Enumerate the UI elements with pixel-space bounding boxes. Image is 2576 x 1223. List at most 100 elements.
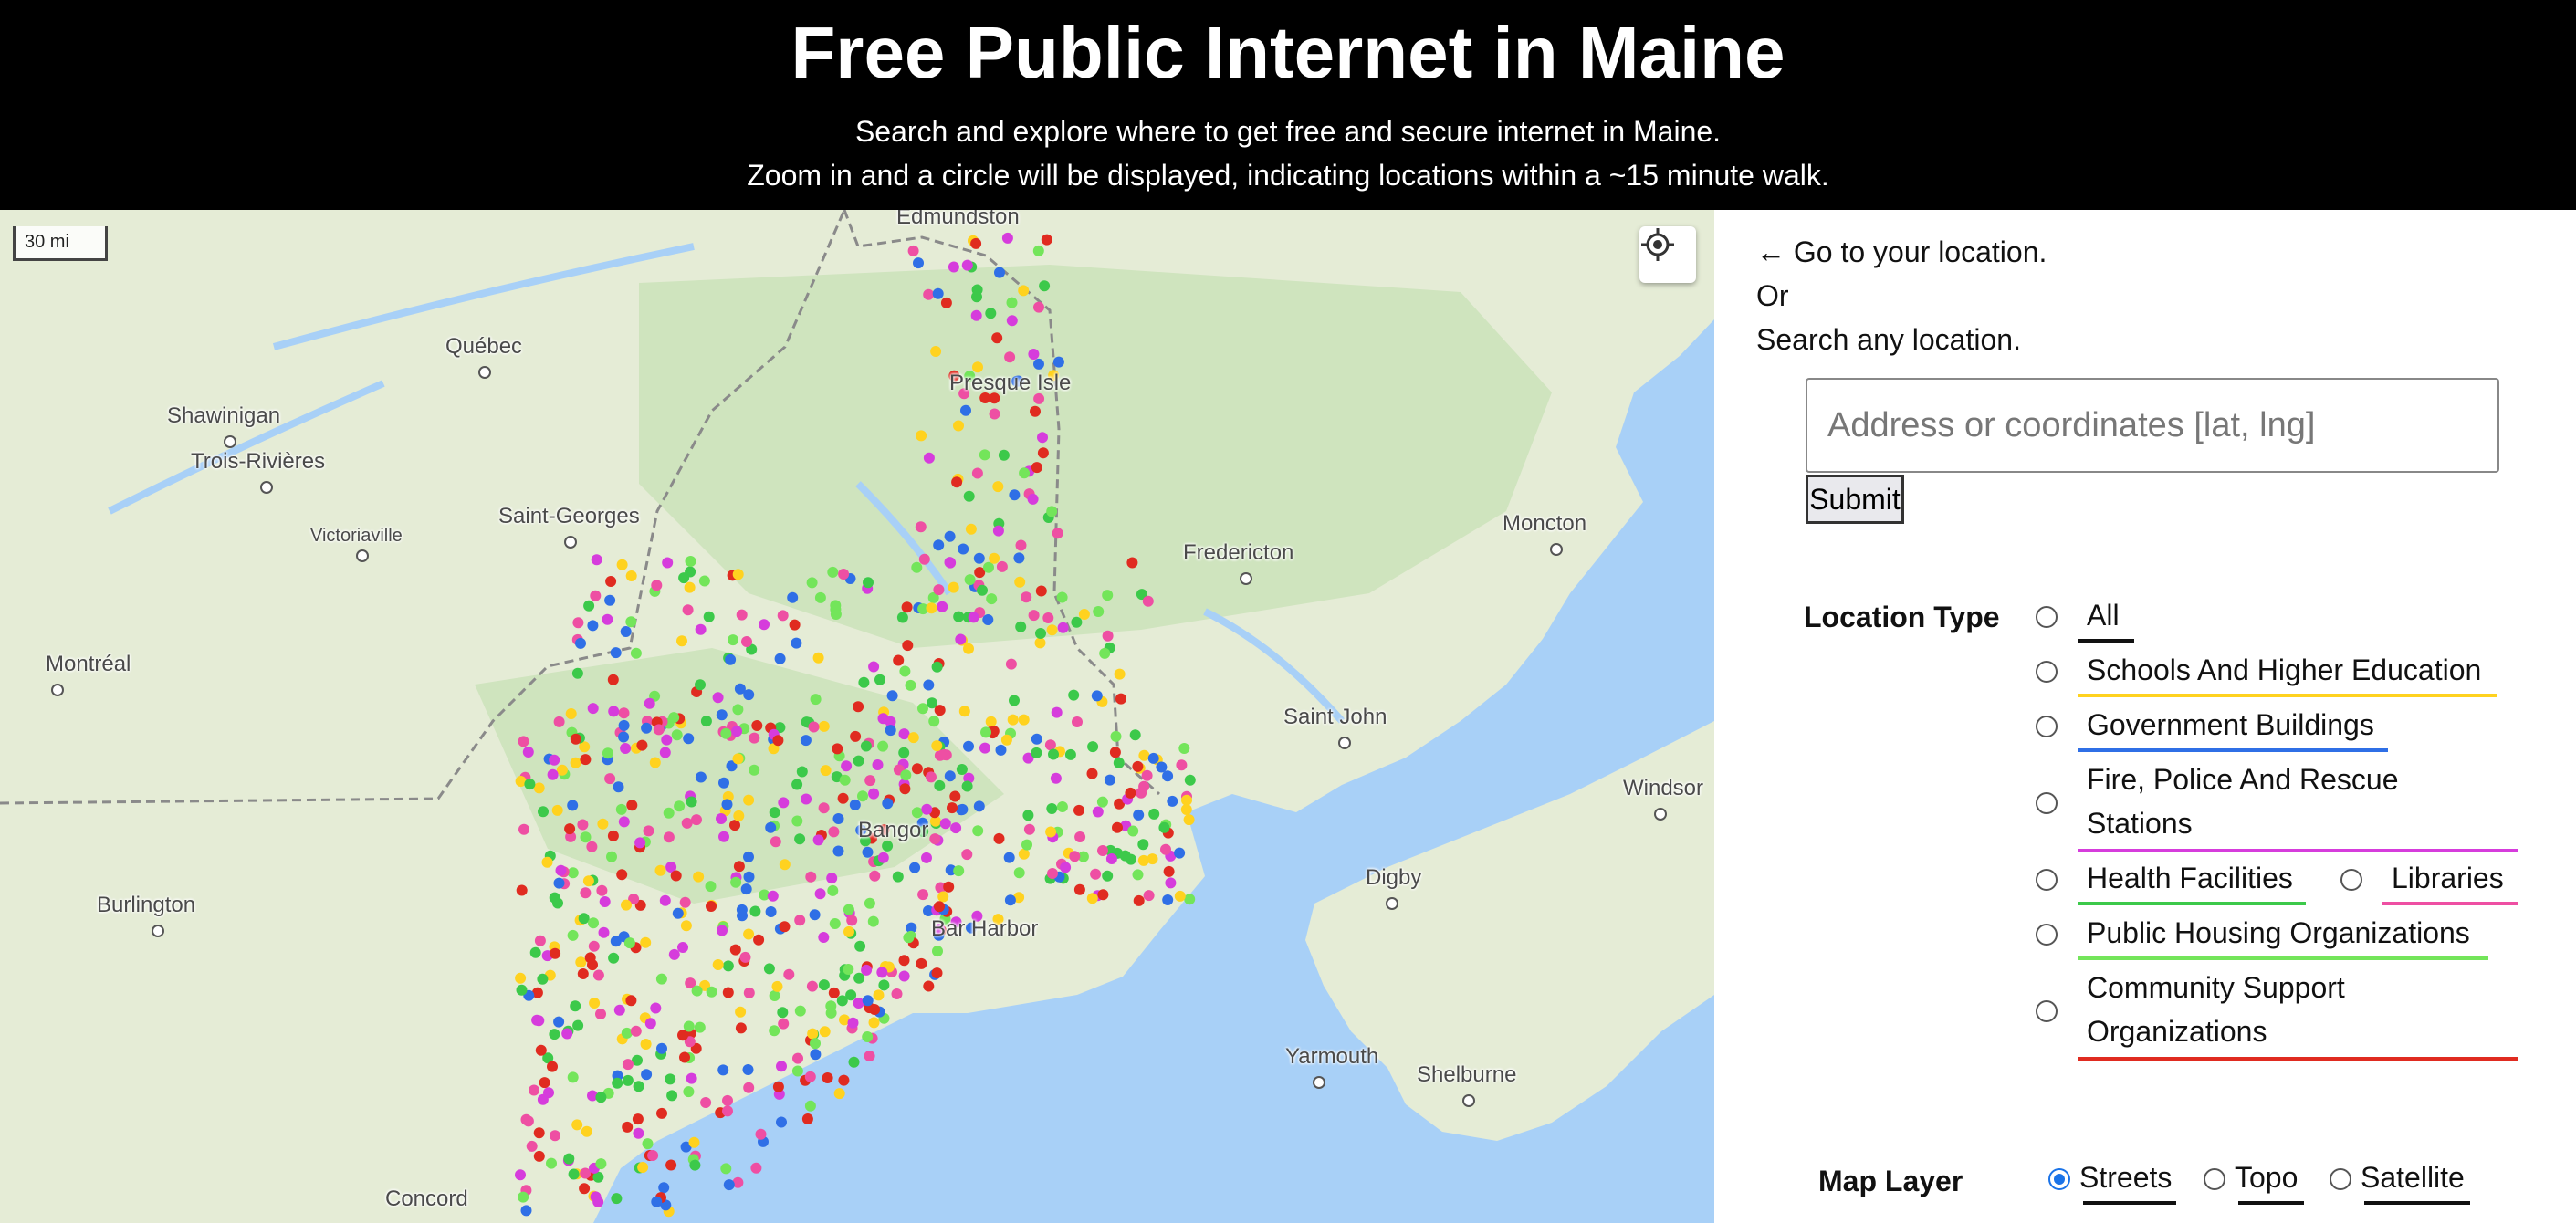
- location-marker[interactable]: [983, 561, 994, 573]
- location-marker[interactable]: [958, 706, 970, 717]
- location-marker[interactable]: [518, 823, 529, 835]
- location-marker[interactable]: [607, 830, 619, 841]
- location-marker[interactable]: [1163, 865, 1175, 877]
- location-marker[interactable]: [720, 727, 732, 739]
- location-marker[interactable]: [1138, 780, 1150, 792]
- location-marker[interactable]: [770, 836, 781, 848]
- location-marker[interactable]: [921, 852, 932, 863]
- location-marker[interactable]: [712, 692, 724, 704]
- location-marker[interactable]: [604, 773, 616, 785]
- location-marker[interactable]: [801, 793, 812, 805]
- location-marker[interactable]: [735, 1006, 747, 1018]
- location-marker[interactable]: [604, 594, 616, 606]
- location-marker[interactable]: [911, 561, 923, 573]
- location-marker[interactable]: [819, 1026, 831, 1038]
- location-marker[interactable]: [986, 593, 998, 605]
- location-marker[interactable]: [723, 1179, 735, 1191]
- location-marker[interactable]: [1022, 810, 1034, 821]
- location-marker[interactable]: [778, 797, 790, 809]
- location-marker[interactable]: [572, 617, 584, 629]
- location-marker[interactable]: [622, 1059, 634, 1071]
- location-marker[interactable]: [691, 814, 702, 826]
- location-marker[interactable]: [896, 612, 908, 623]
- location-marker[interactable]: [759, 619, 770, 631]
- location-marker[interactable]: [634, 837, 646, 849]
- location-marker[interactable]: [763, 963, 775, 975]
- location-marker[interactable]: [732, 569, 744, 580]
- location-marker[interactable]: [1052, 528, 1063, 539]
- location-marker[interactable]: [864, 775, 876, 787]
- location-marker[interactable]: [716, 813, 727, 824]
- location-marker[interactable]: [595, 1158, 607, 1170]
- location-marker[interactable]: [568, 1168, 580, 1180]
- location-marker[interactable]: [1052, 356, 1064, 368]
- location-marker[interactable]: [579, 1183, 591, 1195]
- location-marker[interactable]: [1015, 539, 1027, 551]
- location-marker[interactable]: [725, 653, 737, 665]
- location-marker[interactable]: [706, 986, 717, 998]
- location-marker[interactable]: [825, 1007, 837, 1019]
- location-marker[interactable]: [678, 572, 690, 584]
- location-marker[interactable]: [522, 747, 534, 758]
- location-marker[interactable]: [1006, 297, 1018, 308]
- location-marker[interactable]: [812, 834, 824, 846]
- radio-fire-police[interactable]: [2036, 792, 2058, 814]
- location-marker[interactable]: [618, 719, 630, 731]
- location-marker[interactable]: [721, 799, 733, 810]
- location-marker[interactable]: [972, 825, 984, 837]
- location-marker[interactable]: [622, 1074, 634, 1086]
- location-marker[interactable]: [533, 1150, 545, 1162]
- location-marker[interactable]: [958, 543, 969, 555]
- location-marker[interactable]: [839, 774, 851, 786]
- location-marker[interactable]: [877, 713, 889, 725]
- location-marker[interactable]: [849, 799, 861, 810]
- location-marker[interactable]: [595, 1092, 607, 1103]
- location-marker[interactable]: [818, 979, 830, 991]
- location-marker[interactable]: [787, 591, 799, 603]
- location-marker[interactable]: [575, 637, 586, 649]
- location-marker[interactable]: [632, 1113, 644, 1125]
- location-marker[interactable]: [581, 1125, 592, 1137]
- location-marker[interactable]: [861, 964, 873, 976]
- location-marker[interactable]: [814, 888, 826, 900]
- option-government[interactable]: Government Buildings: [2078, 703, 2388, 747]
- location-marker[interactable]: [695, 771, 707, 783]
- location-marker[interactable]: [1093, 606, 1105, 617]
- location-marker[interactable]: [1009, 695, 1020, 706]
- location-marker[interactable]: [1006, 315, 1018, 327]
- location-marker[interactable]: [979, 742, 990, 754]
- location-marker[interactable]: [1031, 747, 1042, 758]
- location-marker[interactable]: [937, 601, 948, 612]
- location-marker[interactable]: [951, 476, 963, 488]
- location-marker[interactable]: [698, 575, 710, 587]
- location-marker[interactable]: [640, 936, 652, 948]
- location-marker[interactable]: [516, 884, 528, 896]
- location-marker[interactable]: [620, 626, 632, 637]
- location-marker[interactable]: [750, 1162, 762, 1174]
- location-marker[interactable]: [626, 800, 638, 811]
- location-marker[interactable]: [651, 1196, 663, 1207]
- location-marker[interactable]: [1004, 894, 1016, 906]
- location-marker[interactable]: [833, 1088, 845, 1100]
- location-marker[interactable]: [923, 452, 935, 464]
- location-marker[interactable]: [934, 901, 945, 913]
- location-marker[interactable]: [886, 690, 898, 702]
- location-marker[interactable]: [948, 581, 959, 593]
- location-marker[interactable]: [944, 530, 956, 542]
- location-marker[interactable]: [658, 1182, 670, 1194]
- location-marker[interactable]: [689, 1159, 701, 1171]
- location-marker[interactable]: [1032, 245, 1044, 256]
- location-marker[interactable]: [776, 1116, 787, 1128]
- location-marker[interactable]: [553, 716, 565, 727]
- option-libraries[interactable]: Libraries: [2382, 856, 2518, 900]
- location-marker[interactable]: [1184, 894, 1196, 905]
- location-marker[interactable]: [776, 1061, 787, 1072]
- location-marker[interactable]: [1162, 894, 1174, 905]
- location-marker[interactable]: [543, 1087, 554, 1099]
- location-marker[interactable]: [864, 1051, 875, 1061]
- location-marker[interactable]: [564, 823, 576, 835]
- location-marker[interactable]: [587, 703, 599, 715]
- location-marker[interactable]: [644, 697, 655, 709]
- location-marker[interactable]: [822, 1072, 833, 1083]
- location-marker[interactable]: [818, 932, 830, 943]
